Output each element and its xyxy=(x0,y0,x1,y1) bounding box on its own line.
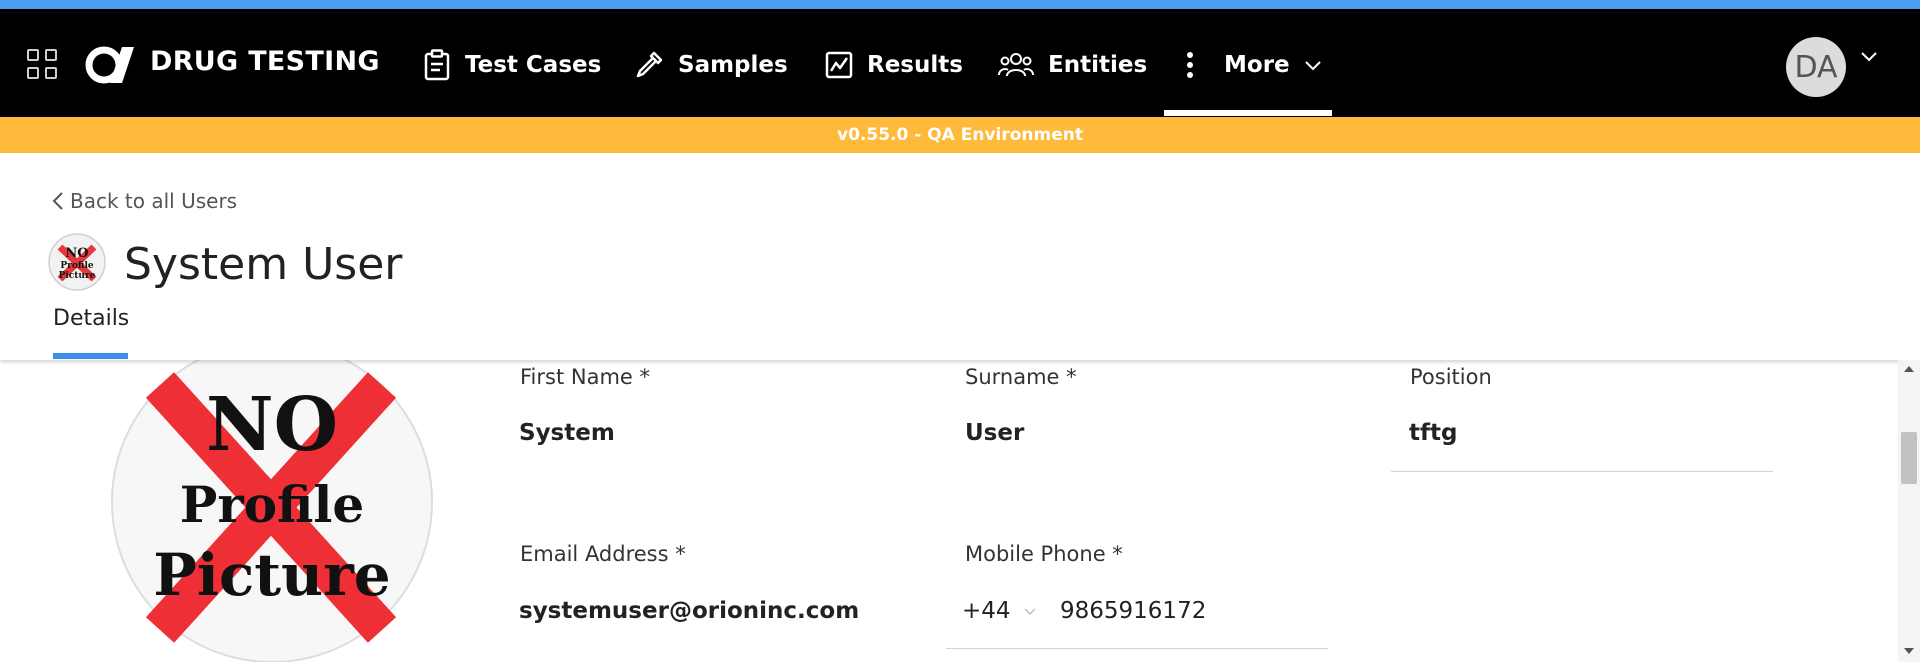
chevron-down-icon xyxy=(1024,608,1036,616)
app-grid-icon[interactable] xyxy=(27,49,57,79)
top-navbar: DRUG TESTING Test Cases Samples Results xyxy=(0,9,1920,117)
avatar-text: Picture xyxy=(59,271,96,281)
position-field-underline xyxy=(1391,471,1773,472)
nav-label: Test Cases xyxy=(465,52,602,78)
position-field[interactable]: tftg xyxy=(1409,420,1457,446)
email-label: Email Address * xyxy=(520,542,686,566)
back-link-label: Back to all Users xyxy=(70,189,238,213)
nav-more[interactable]: More xyxy=(1186,41,1336,89)
nav-label: Results xyxy=(867,52,963,78)
scroll-up-arrow-icon[interactable] xyxy=(1904,366,1914,372)
page-header: Back to all Users NO Profile Picture Sys… xyxy=(0,153,1920,360)
chevron-left-icon xyxy=(52,192,63,210)
first-name-field[interactable]: System xyxy=(519,420,615,446)
avatar-text: NO xyxy=(65,246,88,261)
nav-label: Entities xyxy=(1048,52,1148,78)
nav-label: Samples xyxy=(678,52,788,78)
profile-picture-text: Profile xyxy=(180,475,364,534)
vertical-scrollbar[interactable] xyxy=(1898,360,1920,662)
profile-picture[interactable]: NO Profile Picture xyxy=(110,360,434,662)
nav-entities[interactable]: Entities xyxy=(998,41,1147,89)
country-code-select[interactable]: +44 xyxy=(962,598,1037,624)
nav-results[interactable]: Results xyxy=(825,41,963,89)
tab-details[interactable]: Details xyxy=(53,306,129,331)
scroll-down-arrow-icon[interactable] xyxy=(1904,648,1914,654)
environment-banner: v0.55.0 - QA Environment xyxy=(0,117,1920,153)
email-field[interactable]: systemuser@orioninc.com xyxy=(519,598,859,624)
profile-picture-text: NO xyxy=(206,382,338,468)
mobile-phone-field[interactable]: 9865916172 xyxy=(1060,598,1206,624)
chart-icon xyxy=(825,51,853,79)
pipette-icon xyxy=(636,51,663,78)
surname-field[interactable]: User xyxy=(965,420,1024,446)
nav-label: More xyxy=(1224,52,1290,78)
active-tab-indicator xyxy=(53,353,128,359)
nav-test-cases[interactable]: Test Cases xyxy=(423,41,601,89)
chevron-down-icon[interactable] xyxy=(1860,51,1878,63)
orion-logo[interactable] xyxy=(84,43,138,87)
clipboard-icon xyxy=(424,49,450,81)
surname-label: Surname * xyxy=(965,365,1077,389)
mobile-field-underline xyxy=(946,648,1328,649)
scrollbar-thumb[interactable] xyxy=(1901,432,1917,484)
user-details-form: NO Profile Picture First Name * System S… xyxy=(0,360,1920,662)
user-avatar[interactable]: DA xyxy=(1786,37,1846,97)
profile-picture-text: Picture xyxy=(153,541,390,609)
avatar-text: Profile xyxy=(60,261,93,271)
active-nav-indicator xyxy=(1164,110,1332,116)
position-label: Position xyxy=(1410,365,1492,389)
nav-samples[interactable]: Samples xyxy=(634,41,788,89)
chevron-down-icon xyxy=(1304,61,1321,71)
mobile-phone-label: Mobile Phone * xyxy=(965,542,1123,566)
people-icon xyxy=(998,53,1034,77)
country-code-value: +44 xyxy=(962,598,1011,624)
first-name-label: First Name * xyxy=(520,365,650,389)
brand-name[interactable]: DRUG TESTING xyxy=(150,46,380,77)
user-avatar-image: NO Profile Picture xyxy=(48,233,106,291)
vertical-dots-icon xyxy=(1187,52,1193,78)
page-title: System User xyxy=(124,239,403,290)
back-to-users-link[interactable]: Back to all Users xyxy=(52,189,237,213)
top-accent-bar xyxy=(0,0,1920,9)
